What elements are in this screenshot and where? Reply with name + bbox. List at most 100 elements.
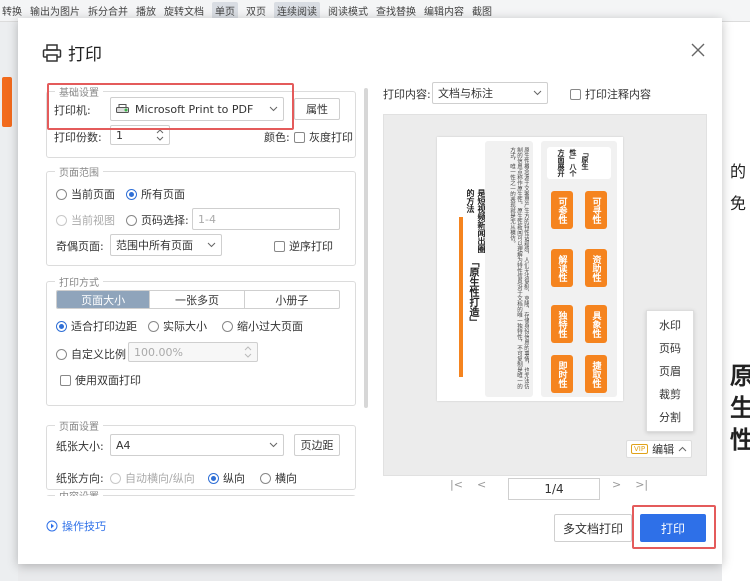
paper-size-value: A4: [116, 438, 131, 452]
tab-booklet[interactable]: 小册子: [245, 291, 339, 308]
chevron-down-icon: [207, 242, 216, 248]
radio-current-view[interactable]: 当前视图: [56, 212, 115, 228]
scale-input[interactable]: 100.00%: [128, 342, 258, 362]
portrait-radio[interactable]: [208, 472, 219, 484]
radio-actual-size[interactable]: 实际大小: [148, 318, 207, 334]
current-view-radio[interactable]: [56, 214, 67, 226]
actual-size-radio[interactable]: [148, 320, 159, 332]
background-sidebar: [0, 22, 18, 581]
auto-orientation-radio[interactable]: [110, 472, 121, 484]
print-comments-checkbox[interactable]: 打印注释内容: [570, 86, 651, 102]
page-select-radio[interactable]: [126, 214, 137, 226]
tab-page-size[interactable]: 页面大小: [57, 291, 151, 308]
scale-value: 100.00%: [134, 345, 183, 359]
radio-current-page[interactable]: 当前页面: [56, 186, 115, 202]
preview-header-text: 「原生性」八个方面展开: [557, 149, 589, 177]
background-document: 的 免 原 生 性: [722, 22, 750, 581]
play-circle-icon: [46, 520, 58, 532]
print-comments-check-box[interactable]: [570, 88, 581, 100]
shrink-radio[interactable]: [222, 320, 233, 332]
odd-even-select[interactable]: 范围中所有页面: [110, 234, 222, 256]
preview-body-panel: 原生性概念源于文案界产生方的特性话题感，人们无法复制、克隆、存储身份信息的事情，…: [485, 141, 533, 397]
first-page-icon[interactable]: |<: [450, 478, 463, 491]
radio-custom-scale[interactable]: 自定义比例: [56, 346, 126, 362]
duplex-checkbox[interactable]: 使用双面打印: [60, 372, 141, 388]
copies-value: 1: [116, 128, 123, 142]
preview-features-panel: 「原生性」八个方面展开 可参性 可寻性 解读性 资助性 独特性 具象性 即时性 …: [541, 141, 617, 397]
preview-title-main: 「原生性打造」: [467, 257, 478, 327]
duplex-check-box[interactable]: [60, 374, 71, 386]
reverse-check-box[interactable]: [274, 240, 285, 252]
tips-link[interactable]: 操作技巧: [46, 518, 106, 534]
chevron-up-icon: [678, 446, 687, 452]
menu-item-header[interactable]: 页眉: [647, 359, 693, 382]
menu-item-crop[interactable]: 裁剪: [647, 382, 693, 405]
page-setup-legend: 页面设置: [59, 422, 99, 433]
edit-label: 编辑: [652, 443, 675, 456]
background-orange-tab: [2, 77, 12, 127]
current-page-label: 当前页面: [71, 188, 115, 201]
page-range-legend: 页面范围: [59, 168, 99, 179]
page-navigation: |< <: [450, 478, 486, 491]
bg-toolbar-item: 双页: [246, 7, 266, 18]
all-pages-radio[interactable]: [126, 188, 137, 200]
page-indicator[interactable]: 1/4: [508, 478, 600, 500]
duplex-label: 使用双面打印: [75, 374, 141, 387]
shrink-label: 缩小过大页面: [237, 320, 303, 333]
multi-document-print-button[interactable]: 多文档打印: [554, 514, 632, 542]
page-navigation-next: > >|: [612, 478, 648, 491]
landscape-radio[interactable]: [260, 472, 271, 484]
current-page-radio[interactable]: [56, 188, 67, 200]
tips-link-text: 操作技巧: [62, 520, 106, 533]
next-page-icon[interactable]: >: [612, 478, 621, 491]
stepper-arrows-icon[interactable]: [244, 346, 252, 358]
preview-page: 「原生性打造」 是短视频新闻出圈的方法 原生性概念源于文案界产生方的特性话题感，…: [437, 137, 623, 401]
reverse-print-checkbox[interactable]: 逆序打印: [274, 238, 333, 254]
fit-margin-radio[interactable]: [56, 320, 67, 332]
bg-toolbar-item: 查找替换: [376, 7, 416, 18]
print-content-label: 打印内容:: [383, 88, 431, 101]
settings-scrollbar[interactable]: [364, 88, 368, 408]
edit-button[interactable]: VIP 编辑: [626, 440, 693, 458]
preview-header-box: 「原生性」八个方面展开: [547, 147, 611, 179]
bg-text-2: 免: [730, 194, 747, 213]
preview-feature-box: 资助性: [585, 249, 607, 287]
print-content-select[interactable]: 文档与标注: [432, 82, 548, 104]
prev-page-icon[interactable]: <: [477, 478, 486, 491]
page-select-input[interactable]: 1-4: [192, 208, 340, 230]
radio-shrink[interactable]: 缩小过大页面: [222, 318, 303, 334]
bg-toolbar-item: 阅读模式: [328, 7, 368, 18]
bg-text-3: 原: [730, 362, 750, 390]
stepper-arrows-icon[interactable]: [156, 129, 164, 141]
radio-landscape[interactable]: 横向: [260, 470, 297, 486]
menu-item-page-number[interactable]: 页码: [647, 336, 693, 359]
grayscale-check-box[interactable]: [294, 131, 305, 143]
print-mode-legend: 打印方式: [59, 278, 99, 289]
radio-fit-margin[interactable]: 适合打印边距: [56, 318, 137, 334]
bg-toolbar-item: 单页: [212, 2, 238, 19]
preview-feature-box: 即时性: [551, 355, 573, 393]
preview-feature-box: 捷取性: [585, 355, 607, 393]
last-page-icon[interactable]: >|: [635, 478, 648, 491]
close-icon[interactable]: [690, 42, 706, 58]
menu-item-split[interactable]: 分割: [647, 405, 693, 428]
fit-margin-label: 适合打印边距: [71, 320, 137, 333]
preview-body-text: 原生性概念源于文案界产生方的特性话题感，人们无法复制、克隆、存储身份信息的事情，…: [509, 147, 529, 389]
grayscale-label: 灰度打印: [309, 131, 353, 144]
tab-multi-page[interactable]: 一张多页: [150, 291, 245, 308]
page-select-label: 页码选择:: [141, 214, 189, 227]
radio-all-pages[interactable]: 所有页面: [126, 186, 185, 202]
menu-item-watermark[interactable]: 水印: [647, 313, 693, 336]
margin-button[interactable]: 页边距: [294, 434, 340, 456]
print-dialog: 打印 基础设置 打印机: Microsoft Print to PDF 属性 打: [18, 18, 722, 564]
all-pages-label: 所有页面: [141, 188, 185, 201]
custom-scale-radio[interactable]: [56, 348, 67, 360]
radio-auto-orientation[interactable]: 自动横向/纵向: [110, 470, 195, 486]
radio-page-select[interactable]: 页码选择:: [126, 212, 189, 228]
radio-portrait[interactable]: 纵向: [208, 470, 245, 486]
printer-properties-button[interactable]: 属性: [294, 98, 340, 120]
print-button-highlight-box: [632, 505, 716, 549]
grayscale-checkbox[interactable]: 灰度打印: [294, 129, 353, 145]
paper-size-select[interactable]: A4: [110, 434, 284, 456]
bg-toolbar-item: 旋转文档: [164, 7, 204, 18]
